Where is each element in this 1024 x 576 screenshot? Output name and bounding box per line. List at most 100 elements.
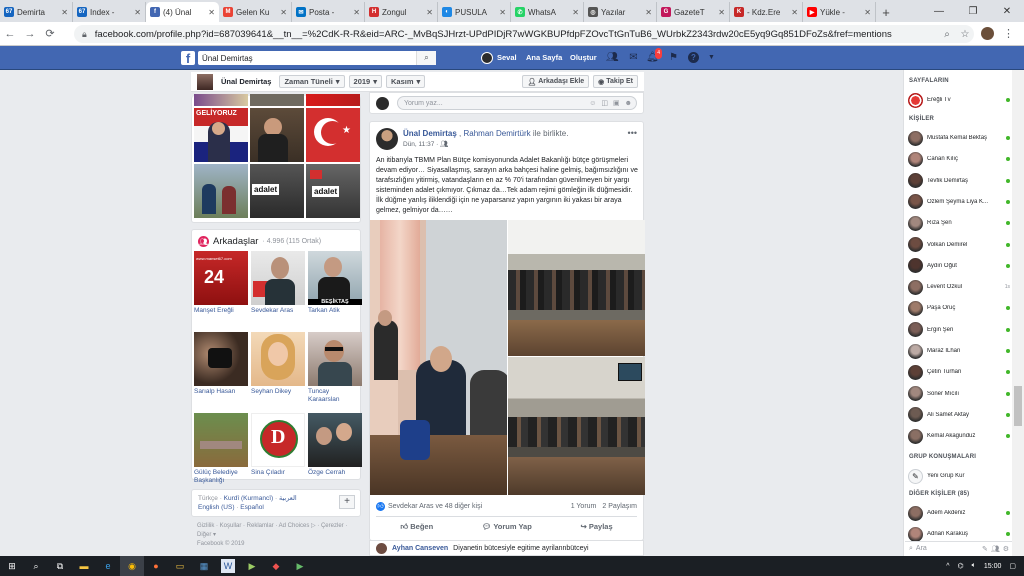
facebook-logo-icon[interactable]: f [181, 51, 195, 65]
friend-tile[interactable]: D Sina Çıladır [251, 413, 305, 492]
emoji-icon[interactable]: ☺ [589, 100, 596, 107]
firefox-icon[interactable]: ● [144, 556, 168, 576]
clock[interactable]: 15:00 [984, 563, 1002, 570]
timeline-dropdown[interactable]: Zaman Tüneli ▾ [279, 75, 345, 88]
browser-tab[interactable]: ▶ Yükle - ✕ [803, 2, 876, 22]
notifications-icon[interactable]: 🔔︎ 4 [646, 48, 662, 63]
contact-row[interactable]: Paşa Oruç [908, 298, 1010, 318]
close-icon[interactable]: ✕ [990, 0, 1024, 22]
friend-name[interactable]: Sarıalp Hasan [194, 388, 248, 396]
browser-tab[interactable]: ◎ Yazılar ✕ [584, 2, 657, 22]
add-language-button[interactable]: + [339, 495, 355, 509]
url-text[interactable]: facebook.com/profile.php?id=687039641&__… [95, 29, 938, 40]
friend-tile[interactable]: Gülüç Belediye Başkanlığı [194, 413, 248, 492]
friend-photo[interactable] [194, 332, 248, 386]
friend-name[interactable]: Sevdekar Aras [251, 307, 305, 315]
edge-icon[interactable]: e [96, 556, 120, 576]
settings-icon[interactable]: ⚙ [1003, 545, 1009, 553]
friend-photo[interactable]: BEŞİKTAŞ [308, 251, 362, 305]
contact-row[interactable]: Tevfik Demirtaş [908, 171, 1010, 191]
sticker-icon[interactable]: ☻ [625, 100, 632, 107]
friend-photo[interactable]: www.manset67.com 24 [194, 251, 248, 305]
camera-icon[interactable]: ◫ [601, 99, 608, 107]
photo-thumb[interactable]: ★ [306, 108, 360, 162]
user-avatar[interactable] [376, 96, 389, 110]
footer-more[interactable]: Diğer [197, 532, 211, 538]
post-author[interactable]: Ünal Demirtaş [403, 129, 457, 138]
close-icon[interactable]: ✕ [426, 8, 433, 17]
contact-row[interactable]: Özlem Şeyma Liya K... [908, 192, 1010, 212]
author-avatar[interactable] [376, 128, 398, 150]
browser-tab[interactable]: G GazeteT ✕ [657, 2, 730, 22]
chat-search-input[interactable]: ⌕ Ara ✎ 👥︎ ⚙ [905, 541, 1012, 555]
fb-search-value[interactable]: Ünal Demirtaş [202, 54, 416, 63]
comment-input[interactable]: Yorum yaz... ☺ ◫ ▣ ☻ [397, 96, 637, 110]
language-link[interactable]: العربية [279, 495, 297, 502]
contact-row[interactable]: Mustafa Kemal Bektaş [908, 128, 1010, 148]
contact-row[interactable]: Soner Mıcılı [908, 384, 1010, 404]
language-link[interactable]: Español [240, 504, 264, 511]
photo-thumb[interactable] [250, 94, 304, 106]
browser-tab[interactable]: K- Kdz.Ere ✕ [730, 2, 803, 22]
photo-thumb[interactable] [250, 108, 304, 162]
friend-photo[interactable] [251, 332, 305, 386]
photo-thumb[interactable]: adalet [250, 164, 304, 218]
photo-thumb[interactable] [194, 164, 248, 218]
nav-user[interactable]: Seval [497, 53, 517, 62]
file-explorer-icon[interactable]: ▬ [72, 556, 96, 576]
app-icon[interactable]: ▶ [240, 556, 264, 576]
contact-row[interactable]: Canan Kılıç [908, 149, 1010, 169]
page-row[interactable]: Ereğli Tv [908, 90, 1010, 110]
language-link[interactable]: English (US) [198, 504, 234, 511]
friend-name[interactable]: Özge Cerrah [308, 469, 362, 477]
app-icon[interactable]: ▦ [192, 556, 216, 576]
like-button[interactable]: 👍︎ Beğen [400, 522, 433, 532]
friend-tile[interactable]: Seyhan Dikey [251, 332, 305, 411]
scrollbar-thumb[interactable] [1014, 386, 1022, 426]
notifications-icon[interactable]: ▢ [1009, 562, 1016, 570]
friend-tile[interactable]: Sevdekar Aras [251, 251, 305, 330]
nav-create[interactable]: Oluştur [570, 53, 597, 62]
share-button[interactable]: ↪ Paylaş [581, 522, 613, 531]
close-icon[interactable]: ✕ [499, 8, 506, 17]
friend-name[interactable]: Seyhan Dikey [251, 388, 305, 396]
browser-tab[interactable]: ✆ WhatsA ✕ [511, 2, 584, 22]
contact-row[interactable]: Ali Samet Aktay [908, 405, 1010, 425]
close-icon[interactable]: ✕ [208, 8, 215, 17]
gif-icon[interactable]: ▣ [613, 99, 620, 107]
contact-row[interactable]: Maraz İLhan [908, 341, 1010, 361]
minimize-icon[interactable]: — [922, 0, 956, 22]
chrome-icon[interactable]: ◉ [120, 556, 144, 576]
friend-photo[interactable] [251, 251, 305, 305]
page-scrollbar[interactable] [1012, 70, 1024, 556]
friend-photo[interactable]: D [251, 413, 305, 467]
close-icon[interactable]: ✕ [864, 8, 871, 17]
close-icon[interactable]: ✕ [61, 8, 68, 17]
follow-button[interactable]: ◉ Takip Et [593, 75, 638, 88]
friend-tile[interactable]: www.manset67.com 24 Manşet Ereğli [194, 251, 248, 330]
compose-icon[interactable]: ✎ [982, 545, 988, 553]
friend-name[interactable]: Gülüç Belediye Başkanlığı [194, 469, 248, 485]
post-with-person[interactable]: Rahman Demirtürk [464, 129, 531, 138]
friend-tile[interactable]: Özge Cerrah [308, 413, 362, 492]
profile-thumb[interactable] [197, 73, 213, 90]
browser-tab[interactable]: ✉ Posta - ✕ [292, 2, 365, 22]
reload-icon[interactable]: ⟳ [40, 27, 60, 40]
profile-avatar[interactable] [981, 27, 994, 40]
user-avatar[interactable] [481, 52, 493, 64]
commenter-avatar[interactable] [376, 542, 387, 554]
friend-photo[interactable] [194, 413, 248, 467]
close-icon[interactable]: ✕ [280, 8, 287, 17]
browser-tab[interactable]: H Zongul ✕ [365, 2, 438, 22]
friends-title[interactable]: Arkadaşlar [213, 236, 258, 247]
nav-home[interactable]: Ana Sayfa [526, 53, 562, 62]
post-photo[interactable] [508, 220, 645, 356]
browser-tab[interactable]: ◐ PUSULA ✕ [438, 2, 511, 22]
search-icon[interactable]: ⌕ [416, 51, 436, 65]
close-icon[interactable]: ✕ [353, 8, 360, 17]
language-link[interactable]: Kurdî (Kurmancî) [224, 495, 274, 502]
menu-dots-icon[interactable]: ⋮ [1003, 27, 1014, 40]
help-icon[interactable]: ? [688, 52, 699, 63]
comments-count[interactable]: 1 Yorum [571, 503, 597, 510]
post-time[interactable]: Dün, 11:37 [403, 141, 434, 148]
